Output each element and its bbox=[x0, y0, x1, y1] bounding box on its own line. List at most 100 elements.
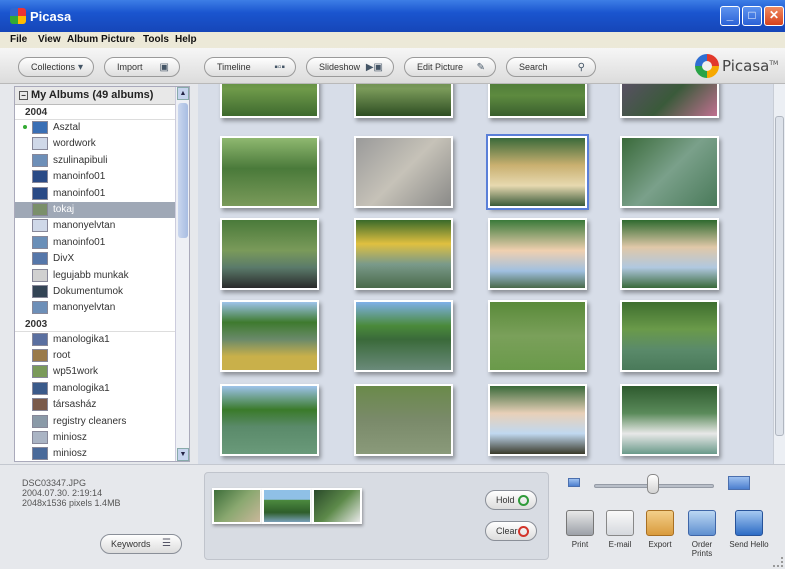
timeline-icon: ▪▫▪ bbox=[274, 62, 285, 73]
hold-button[interactable]: Hold bbox=[485, 490, 537, 510]
photo-thumbnail[interactable] bbox=[486, 134, 589, 210]
scroll-down-arrow-icon[interactable]: ▼ bbox=[177, 448, 189, 461]
search-button[interactable]: Search ⚲ bbox=[506, 57, 596, 77]
menu-picture[interactable]: Picture bbox=[101, 34, 135, 45]
album-thumbnail-icon bbox=[32, 332, 48, 346]
picasa-logo-text: PicasaTM bbox=[722, 57, 778, 75]
albums-count-label: My Albums (49 albums) bbox=[31, 89, 154, 101]
album-item[interactable]: manonyelvtan bbox=[15, 218, 189, 234]
photo-thumbnail[interactable] bbox=[220, 218, 319, 290]
email-label: E-mail bbox=[608, 540, 632, 549]
photo-thumbnail[interactable] bbox=[220, 136, 319, 208]
album-item[interactable]: manoinfo01 bbox=[15, 186, 189, 202]
send-hello-button[interactable]: Send Hello bbox=[729, 510, 769, 549]
photo-grid-scrollbar[interactable] bbox=[773, 84, 785, 464]
album-item[interactable]: társasház bbox=[15, 397, 189, 413]
album-item[interactable]: manologika1 bbox=[15, 381, 189, 397]
edit-picture-button[interactable]: Edit Picture ✎ bbox=[404, 57, 496, 77]
clear-label: Clear bbox=[496, 526, 518, 536]
photo-thumbnail[interactable] bbox=[620, 84, 719, 118]
minimize-button[interactable]: _ bbox=[720, 6, 740, 26]
album-panel: − My Albums (49 albums) 2004 Asztal wordwor… bbox=[0, 84, 198, 464]
maximize-button[interactable]: □ bbox=[742, 6, 762, 26]
album-name: szulinapibuli bbox=[53, 154, 108, 166]
slideshow-button[interactable]: Slideshow ▶▣ bbox=[306, 57, 394, 77]
photo-thumbnail[interactable] bbox=[620, 300, 719, 372]
album-item[interactable]: registry cleaners bbox=[15, 414, 189, 430]
photo-thumbnail[interactable] bbox=[220, 300, 319, 372]
timeline-button[interactable]: Timeline ▪▫▪ bbox=[204, 57, 296, 77]
album-item[interactable]: root bbox=[15, 348, 189, 364]
album-item[interactable]: legujabb munkak bbox=[15, 268, 189, 284]
clear-button[interactable]: Clear bbox=[485, 521, 537, 541]
photo-grid-scroll-thumb[interactable] bbox=[775, 116, 784, 436]
album-item[interactable]: DivX bbox=[15, 251, 189, 267]
album-scroll-thumb[interactable] bbox=[178, 103, 188, 238]
tray-thumbnail[interactable] bbox=[312, 488, 362, 524]
album-list: − My Albums (49 albums) 2004 Asztal wordwor… bbox=[14, 86, 190, 462]
zoom-slider-handle[interactable] bbox=[647, 474, 659, 494]
album-item[interactable]: miniosz bbox=[15, 446, 189, 461]
order-prints-button[interactable]: Order Prints bbox=[682, 510, 722, 558]
menu-tools[interactable]: Tools bbox=[143, 34, 169, 45]
my-albums-header[interactable]: − My Albums (49 albums) bbox=[15, 87, 189, 105]
album-thumbnail-icon bbox=[32, 431, 48, 445]
album-item[interactable]: wp51work bbox=[15, 364, 189, 380]
print-button[interactable]: Print bbox=[560, 510, 600, 549]
photo-thumbnail[interactable] bbox=[354, 136, 453, 208]
photo-thumbnail[interactable] bbox=[488, 384, 587, 456]
photo-thumbnail[interactable] bbox=[488, 84, 587, 118]
album-item[interactable]: szulinapibuli bbox=[15, 153, 189, 169]
album-item[interactable]: wordwork bbox=[15, 136, 189, 152]
clear-red-icon bbox=[518, 526, 529, 537]
list-icon: ☰ bbox=[162, 538, 171, 549]
new-album-dot-icon bbox=[23, 125, 27, 129]
printer-icon bbox=[566, 510, 594, 536]
collections-button[interactable]: Collections ▾ bbox=[18, 57, 94, 77]
resize-grip-icon[interactable] bbox=[773, 557, 783, 567]
photo-thumbnail[interactable] bbox=[488, 300, 587, 372]
photo-thumbnail[interactable] bbox=[354, 84, 453, 118]
album-scrollbar[interactable]: ▲ ▼ bbox=[175, 87, 189, 461]
close-button[interactable]: ✕ bbox=[764, 6, 784, 26]
album-name: DivX bbox=[53, 253, 75, 265]
photo-thumbnail[interactable] bbox=[620, 384, 719, 456]
menu-file[interactable]: File bbox=[10, 34, 27, 45]
menu-view[interactable]: View bbox=[38, 34, 61, 45]
album-name: társasház bbox=[53, 399, 97, 411]
album-thumbnail-icon bbox=[32, 398, 48, 412]
album-item[interactable]: manologika1 bbox=[15, 332, 189, 348]
album-thumbnail-icon bbox=[32, 137, 48, 151]
album-item[interactable]: manoinfo01 bbox=[15, 169, 189, 185]
album-thumbnail-icon bbox=[32, 121, 48, 134]
photo-thumbnail[interactable] bbox=[620, 136, 719, 208]
tray-thumbnail[interactable] bbox=[212, 488, 262, 524]
photo-thumbnail[interactable] bbox=[488, 218, 587, 290]
import-button[interactable]: Import ▣ bbox=[104, 57, 180, 77]
album-item[interactable]: Asztal bbox=[15, 120, 189, 136]
album-item[interactable]: manonyelvtan bbox=[15, 300, 189, 316]
photo-details: 2048x1536 pixels 1.4MB bbox=[22, 498, 121, 508]
album-item[interactable]: Dokumentumok bbox=[15, 284, 189, 300]
scroll-up-arrow-icon[interactable]: ▲ bbox=[177, 87, 189, 100]
album-name: Dokumentumok bbox=[53, 285, 124, 297]
timeline-label: Timeline bbox=[217, 62, 251, 72]
keywords-button[interactable]: Keywords ☰ bbox=[100, 534, 182, 554]
collapse-icon[interactable]: − bbox=[19, 91, 28, 100]
photo-thumbnail[interactable] bbox=[354, 218, 453, 290]
email-button[interactable]: E-mail bbox=[600, 510, 640, 549]
photo-thumbnail[interactable] bbox=[354, 300, 453, 372]
export-button[interactable]: Export bbox=[640, 510, 680, 549]
menu-album[interactable]: Album bbox=[67, 34, 98, 45]
album-thumbnail-icon bbox=[32, 284, 48, 298]
photo-thumbnail[interactable] bbox=[220, 84, 319, 118]
album-item[interactable]: manoinfo01 bbox=[15, 235, 189, 251]
photo-thumbnail[interactable] bbox=[620, 218, 719, 290]
tray-thumbnail[interactable] bbox=[262, 488, 312, 524]
album-item[interactable]: miniosz bbox=[15, 430, 189, 446]
photo-thumbnail[interactable] bbox=[354, 384, 453, 456]
photo-thumbnail[interactable] bbox=[220, 384, 319, 456]
menu-help[interactable]: Help bbox=[175, 34, 197, 45]
album-name: manoinfo01 bbox=[53, 171, 106, 183]
album-item[interactable]: tokaj bbox=[15, 201, 189, 219]
